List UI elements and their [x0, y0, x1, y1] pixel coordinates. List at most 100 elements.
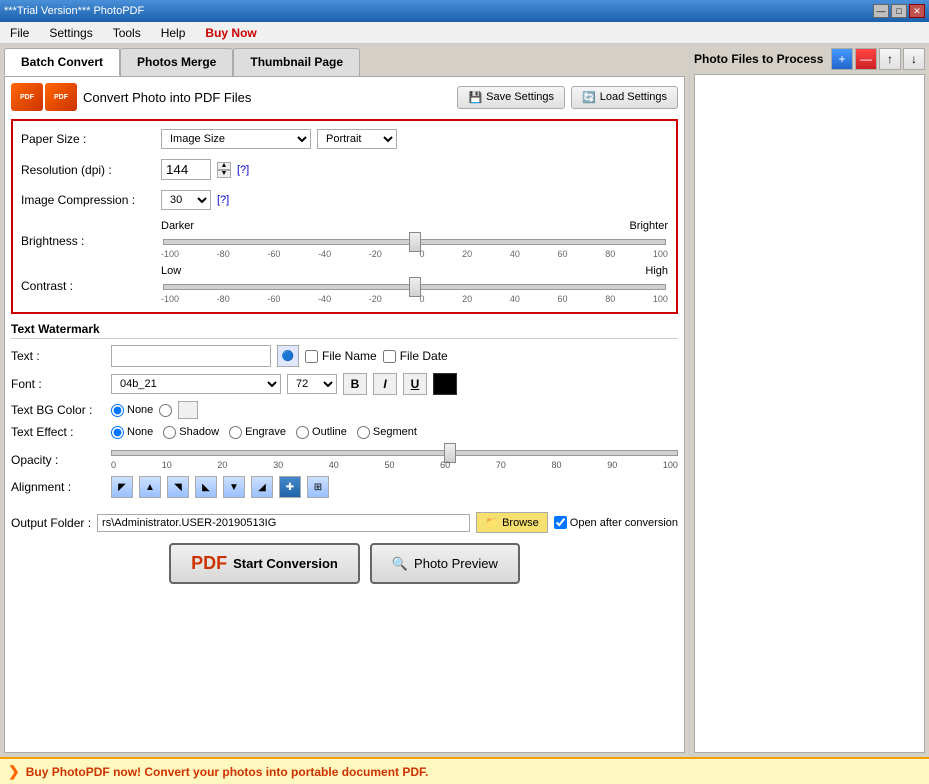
align-tl-button[interactable]: ◤ [111, 476, 133, 498]
effect-none-radio[interactable] [111, 426, 124, 439]
bg-none-radio[interactable] [111, 404, 124, 417]
brightness-slider-container: Darker Brighter -100-80-60-40-2002040608… [161, 220, 668, 259]
save-settings-button[interactable]: 💾 Save Settings [457, 86, 565, 109]
orientation-select[interactable]: Portrait Landscape [317, 129, 397, 149]
opacity-slider[interactable] [111, 450, 678, 456]
font-size-select[interactable]: 72 8101214161820243648 [287, 374, 337, 394]
opacity-label: Opacity : [11, 445, 111, 467]
output-folder-input[interactable] [97, 514, 470, 532]
right-panel-header: Photo Files to Process + — ↑ ↓ [694, 48, 925, 70]
align-tr-button[interactable]: ◥ [167, 476, 189, 498]
resolution-label: Resolution (dpi) : [21, 163, 161, 177]
brightness-darker: Darker [161, 220, 194, 232]
resolution-input[interactable] [161, 159, 211, 180]
open-after-label: Open after conversion [554, 516, 678, 529]
align-br-button[interactable]: ◢ [251, 476, 273, 498]
paper-size-control: Image Size A4 Letter Legal Portrait Land… [161, 129, 668, 149]
remove-file-button[interactable]: — [855, 48, 877, 70]
compression-label: Image Compression : [21, 193, 161, 207]
tab-photos-merge[interactable]: Photos Merge [120, 48, 233, 76]
photo-preview-button[interactable]: 🔍 Photo Preview [370, 543, 520, 584]
effect-shadow-radio[interactable] [163, 426, 176, 439]
alignment-label: Alignment : [11, 480, 111, 494]
filename-checkbox[interactable] [305, 350, 318, 363]
paper-size-select[interactable]: Image Size A4 Letter Legal [161, 129, 311, 149]
align-custom-button[interactable]: ⊞ [307, 476, 329, 498]
resolution-help[interactable]: [?] [237, 164, 249, 176]
text-effect-control: None Shadow Engrave Outline [111, 426, 678, 439]
font-row: Font : 04b_21 Arial Times New Roman 72 8… [11, 373, 678, 395]
contrast-slider[interactable] [163, 284, 666, 290]
effect-engrave-label: Engrave [229, 426, 286, 439]
convert-title: PDF PDF Convert Photo into PDF Files [11, 83, 251, 111]
compression-row: Image Compression : 30 10 20 40 50 [?] [21, 190, 668, 210]
resolution-up[interactable]: ▲ [217, 162, 231, 170]
brightness-brighter: Brighter [629, 220, 668, 232]
move-down-button[interactable]: ↓ [903, 48, 925, 70]
effect-segment-label: Segment [357, 426, 417, 439]
font-select[interactable]: 04b_21 Arial Times New Roman [111, 374, 281, 394]
text-row: Text : 🔵 File Name File Date [11, 345, 678, 367]
menu-tools[interactable]: Tools [107, 24, 147, 42]
paper-size-label: Paper Size : [21, 132, 161, 146]
brightness-slider[interactable] [163, 239, 666, 245]
contrast-slider-wrapper [161, 279, 668, 293]
contrast-label: Contrast : [21, 265, 161, 293]
filename-label: File Name [322, 349, 377, 363]
folder-icon: 📁 [485, 516, 499, 529]
bottom-arrow-icon: ❯ [8, 763, 20, 780]
open-after-checkbox[interactable] [554, 516, 567, 529]
file-list [694, 74, 925, 753]
align-center-button[interactable]: ✚ [279, 476, 301, 498]
italic-button[interactable]: I [373, 373, 397, 395]
tab-batch-convert[interactable]: Batch Convert [4, 48, 120, 76]
resolution-down[interactable]: ▼ [217, 170, 231, 178]
align-tc-button[interactable]: ▲ [139, 476, 161, 498]
watermark-text-input[interactable] [111, 345, 271, 367]
menu-settings[interactable]: Settings [43, 24, 98, 42]
bold-button[interactable]: B [343, 373, 367, 395]
maximize-button[interactable]: □ [891, 4, 907, 18]
align-bl-button[interactable]: ◣ [195, 476, 217, 498]
main-content: Batch Convert Photos Merge Thumbnail Pag… [0, 44, 929, 757]
contrast-low: Low [161, 265, 181, 277]
menu-buy-now[interactable]: Buy Now [199, 24, 262, 42]
browse-button[interactable]: 📁 Browse [476, 512, 547, 533]
effect-outline-radio[interactable] [296, 426, 309, 439]
pdf-icons: PDF PDF [11, 83, 77, 111]
convert-title-text: Convert Photo into PDF Files [83, 90, 251, 105]
align-bc-button[interactable]: ▼ [223, 476, 245, 498]
tabs: Batch Convert Photos Merge Thumbnail Pag… [4, 48, 685, 76]
alignment-control: ◤ ▲ ◥ ◣ ▼ ◢ ✚ ⊞ [111, 476, 678, 498]
text-effect-row: Text Effect : None Shadow Engrave [11, 425, 678, 439]
compression-control: 30 10 20 40 50 [?] [161, 190, 668, 210]
pdf-icon-1: PDF [11, 83, 43, 111]
bg-color-radio[interactable] [159, 404, 172, 417]
filedate-checkbox[interactable] [383, 350, 396, 363]
close-button[interactable]: ✕ [909, 4, 925, 18]
effect-segment-radio[interactable] [357, 426, 370, 439]
convert-header: PDF PDF Convert Photo into PDF Files 💾 S… [11, 83, 678, 111]
add-file-button[interactable]: + [831, 48, 853, 70]
title-bar-text: ***Trial Version*** PhotoPDF [4, 5, 144, 17]
effect-shadow-label: Shadow [163, 426, 219, 439]
move-up-button[interactable]: ↑ [879, 48, 901, 70]
text-color-button[interactable]: 🔵 [277, 345, 299, 367]
effect-engrave-radio[interactable] [229, 426, 242, 439]
minimize-button[interactable]: — [873, 4, 889, 18]
font-color-box[interactable] [433, 373, 457, 395]
contrast-row: Contrast : Low High -100-80-60-40-200204… [21, 265, 668, 304]
underline-button[interactable]: U [403, 373, 427, 395]
font-control: 04b_21 Arial Times New Roman 72 81012141… [111, 373, 678, 395]
menu-help[interactable]: Help [155, 24, 192, 42]
compression-select[interactable]: 30 10 20 40 50 [161, 190, 211, 210]
right-panel-icons: + — ↑ ↓ [831, 48, 925, 70]
contrast-slider-container: Low High -100-80-60-40-20020406080100 [161, 265, 668, 304]
compression-help[interactable]: [?] [217, 194, 229, 206]
tab-thumbnail-page[interactable]: Thumbnail Page [233, 48, 360, 76]
menu-file[interactable]: File [4, 24, 35, 42]
bg-color-box[interactable] [178, 401, 198, 419]
contrast-range-labels: Low High [161, 265, 668, 277]
start-conversion-button[interactable]: PDF Start Conversion [169, 543, 360, 584]
load-settings-button[interactable]: 🔄 Load Settings [571, 86, 678, 109]
